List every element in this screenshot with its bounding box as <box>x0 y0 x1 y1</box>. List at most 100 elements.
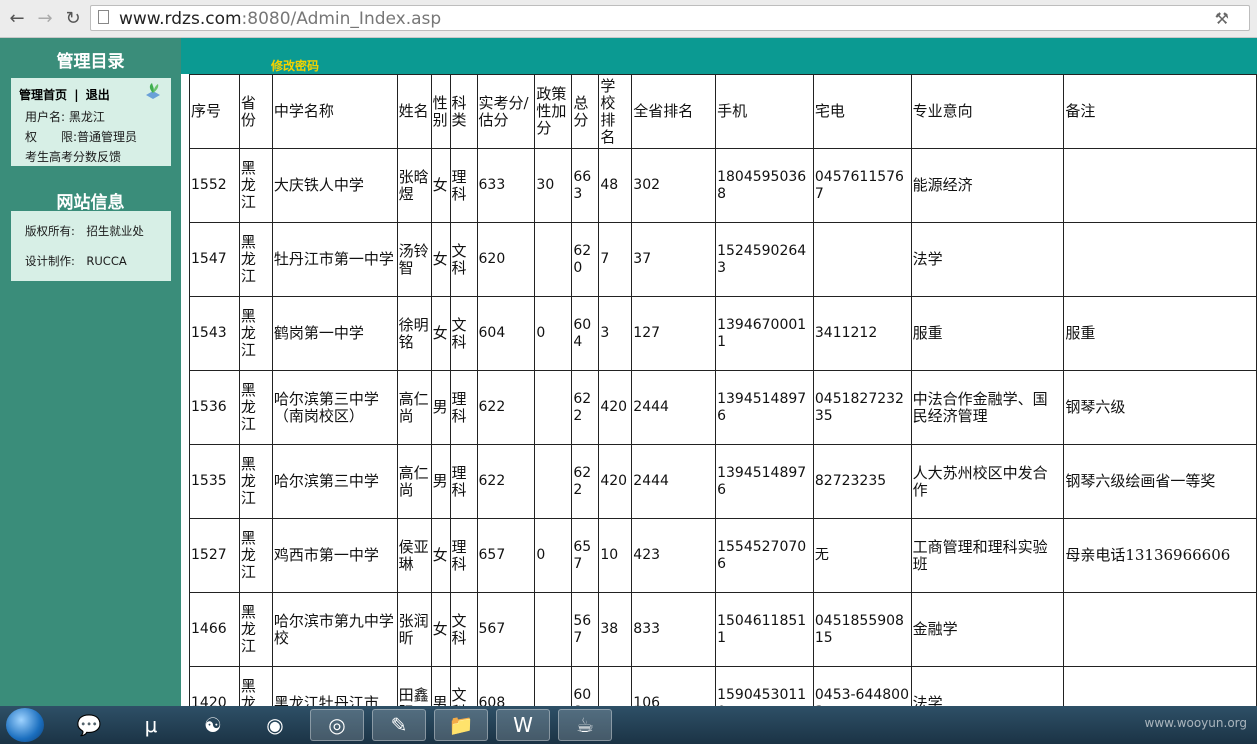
explorer-icon[interactable]: 📁 <box>434 709 488 741</box>
table-cell: 1466 <box>189 592 240 667</box>
table-cell <box>534 592 573 667</box>
java-icon[interactable]: ☕ <box>558 709 612 741</box>
table-cell: 15245902643 <box>715 222 814 297</box>
table-cell: 理科 <box>449 370 478 445</box>
table-cell: 黑龙江 <box>238 296 273 371</box>
table-cell: 604 <box>571 296 600 371</box>
table-cell <box>1063 148 1257 223</box>
table-cell: 15046118511 <box>715 592 814 667</box>
utorrent-icon[interactable]: μ <box>124 709 178 741</box>
table-cell: 0 <box>534 518 573 593</box>
table-cell: 男 <box>430 370 451 445</box>
column-header: 实考分/估分 <box>476 74 536 149</box>
table-cell: 1536 <box>189 370 240 445</box>
reload-icon[interactable]: ↻ <box>62 8 84 30</box>
table-cell: 女 <box>430 296 451 371</box>
table-cell: 徐明铭 <box>396 296 432 371</box>
change-password-link[interactable]: 修改密码 <box>271 57 319 74</box>
table-cell: 中法合作金融学、国民经济管理 <box>910 370 1065 445</box>
table-cell <box>534 666 573 706</box>
table-cell: 2444 <box>631 444 717 519</box>
system-tray: www.wooyun.org <box>1145 716 1247 730</box>
table-cell: 620 <box>571 222 600 297</box>
admin-sidebar: 管理目录 管理首页 | 退出 用户名: 黑龙江 权 限:普通管理员 考生高考分数… <box>0 38 181 706</box>
back-arrow-icon[interactable]: ← <box>6 8 28 30</box>
windows-taskbar: 💬 μ ☯ ◉ ◎ ✎ 📁 W ☕ www.wooyun.org <box>0 706 1257 744</box>
table-cell: 608 <box>476 666 536 706</box>
table-cell: 法学 <box>910 222 1065 297</box>
admin-nav-links: 管理首页 | 退出 <box>19 86 110 103</box>
permission-value: 普通管理员 <box>77 130 138 144</box>
site-info-title: 网站信息 <box>56 193 125 213</box>
table-row: 1535 黑龙江 哈尔滨第三中学 高仁尚男理科 622 622 420 2444 1394514… <box>189 444 1257 519</box>
table-cell: 3 <box>598 296 633 371</box>
table-cell: 420 <box>598 444 633 519</box>
permission-label: 权 限: <box>25 130 78 144</box>
wrench-icon[interactable]: ⚒ <box>1215 9 1229 28</box>
table-cell: 理科 <box>449 148 478 223</box>
table-cell: 30 <box>534 148 573 223</box>
notes-icon[interactable]: ✎ <box>372 709 426 741</box>
username-value: 黑龙江 <box>68 110 105 124</box>
table-cell: 13945148976 <box>715 370 814 445</box>
start-button-icon[interactable] <box>6 708 44 742</box>
table-cell: 法学 <box>910 666 1065 706</box>
table-cell: 黑龙江牡丹江市 <box>271 666 398 706</box>
table-cell: 82723235 <box>812 444 912 519</box>
url-text[interactable]: www.rdzs.com:8080/Admin_Index.asp <box>119 9 441 29</box>
table-cell: 无 <box>812 518 912 593</box>
table-cell: 0453-6448003 <box>812 666 912 706</box>
table-cell: 833 <box>631 592 717 667</box>
table-cell: 1535 <box>189 444 240 519</box>
table-cell <box>1063 666 1257 706</box>
table-cell: 田鑫阳 <box>396 666 432 706</box>
address-bar[interactable]: www.rdzs.com:8080/Admin_Index.asp ⚒ <box>90 5 1250 31</box>
logout-link[interactable]: 退出 <box>86 88 110 102</box>
url-host: www.rdzs.com <box>119 9 242 29</box>
table-cell: 女 <box>430 148 451 223</box>
score-table-container[interactable]: 序号 省份 中学名称 姓名 性别 科类 实考分/估分 政策性加分 总分 学校排名 全省排名 手机 宅电专… <box>189 74 1257 706</box>
firefox-icon[interactable]: ◉ <box>248 709 302 741</box>
table-cell: 604 <box>476 296 536 371</box>
table-cell <box>534 444 573 519</box>
username-row: 用户名: 黑龙江 <box>25 108 105 125</box>
permission-row: 权 限:普通管理员 <box>25 128 137 145</box>
table-cell: 哈尔滨第三中学 <box>271 444 398 519</box>
table-cell: 302 <box>631 148 717 223</box>
table-cell: 622 <box>571 444 600 519</box>
table-body: 1552 黑龙江 大庆铁人中学 张晗煜女理科 633 30 663 48 302 18045950… <box>189 148 1257 706</box>
word-icon[interactable]: W <box>496 709 550 741</box>
table-cell <box>534 370 573 445</box>
table-cell: 服重 <box>1063 296 1257 371</box>
table-cell: 哈尔滨市第九中学校 <box>271 592 398 667</box>
plant-icon <box>146 83 160 99</box>
header-band <box>181 38 1257 74</box>
table-cell: 567 <box>571 592 600 667</box>
table-cell: 37 <box>631 222 717 297</box>
table-cell: 汤铃智 <box>396 222 432 297</box>
table-cell: 女 <box>430 592 451 667</box>
table-row: 1547 黑龙江 牡丹江市第一中学 汤铃智女文科 620 620 7 37 1524590264… <box>189 222 1257 297</box>
admin-home-link[interactable]: 管理首页 <box>19 88 67 102</box>
table-cell: 423 <box>631 518 717 593</box>
watermark-text: www.wooyun.org <box>1144 716 1247 730</box>
table-cell <box>812 222 912 297</box>
table-cell: 657 <box>571 518 600 593</box>
qq-icon[interactable]: ☯ <box>186 709 240 741</box>
table-cell: 0 <box>534 296 573 371</box>
table-cell: 工商管理和理科实验班 <box>910 518 1065 593</box>
column-header: 专业意向 <box>910 74 1065 149</box>
chrome-icon[interactable]: ◎ <box>310 709 364 741</box>
table-cell: 567 <box>476 592 536 667</box>
table-cell: 10 <box>598 518 633 593</box>
table-cell: 620 <box>476 222 536 297</box>
table-cell: 侯亚琳 <box>396 518 432 593</box>
page-icon <box>98 10 109 24</box>
table-row: 1420黑龙江黑龙江牡丹江市田鑫阳男文科60860810615904530110… <box>189 666 1257 706</box>
score-feedback-link[interactable]: 考生高考分数反馈 <box>25 148 121 165</box>
wechat-icon[interactable]: 💬 <box>62 709 116 741</box>
column-header: 备注 <box>1063 74 1257 149</box>
forward-arrow-icon[interactable]: → <box>34 8 56 30</box>
table-cell: 黑龙江 <box>238 370 273 445</box>
table-cell: 文科 <box>449 296 478 371</box>
